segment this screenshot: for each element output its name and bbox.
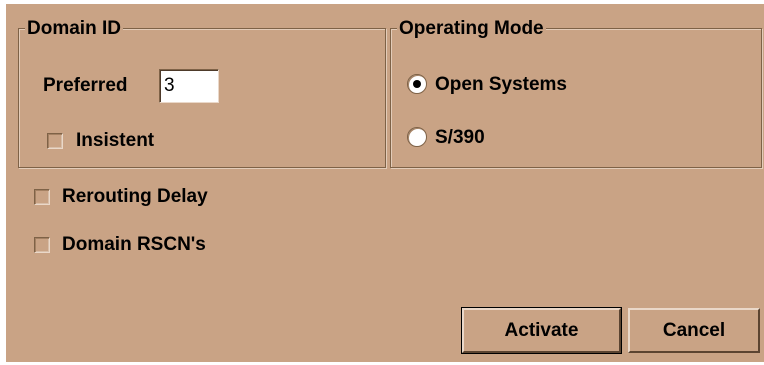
dialog-panel: Domain ID Preferred Insistent Operating … bbox=[6, 4, 764, 362]
rerouting-delay-checkbox[interactable] bbox=[34, 189, 50, 205]
activate-button[interactable]: Activate bbox=[461, 307, 622, 354]
domain-rscns-checkbox[interactable] bbox=[34, 237, 50, 253]
s390-radio[interactable] bbox=[407, 127, 427, 147]
operating-mode-group: Operating Mode Open Systems S/390 bbox=[390, 18, 762, 168]
insistent-checkbox[interactable] bbox=[47, 133, 63, 149]
cancel-button[interactable]: Cancel bbox=[628, 308, 760, 353]
preferred-label: Preferred bbox=[43, 75, 128, 96]
preferred-domain-input[interactable] bbox=[159, 69, 219, 103]
domain-id-group: Domain ID Preferred Insistent bbox=[18, 18, 386, 168]
domain-rscns-label[interactable]: Domain RSCN's bbox=[62, 234, 206, 256]
insistent-label[interactable]: Insistent bbox=[76, 130, 154, 152]
s390-label[interactable]: S/390 bbox=[435, 127, 485, 149]
domain-id-group-title: Domain ID bbox=[25, 18, 123, 40]
open-systems-label[interactable]: Open Systems bbox=[435, 74, 567, 96]
open-systems-radio[interactable] bbox=[407, 74, 427, 94]
radio-selected-dot bbox=[413, 80, 421, 88]
rerouting-delay-label[interactable]: Rerouting Delay bbox=[62, 186, 208, 208]
operating-mode-group-title: Operating Mode bbox=[397, 18, 546, 40]
